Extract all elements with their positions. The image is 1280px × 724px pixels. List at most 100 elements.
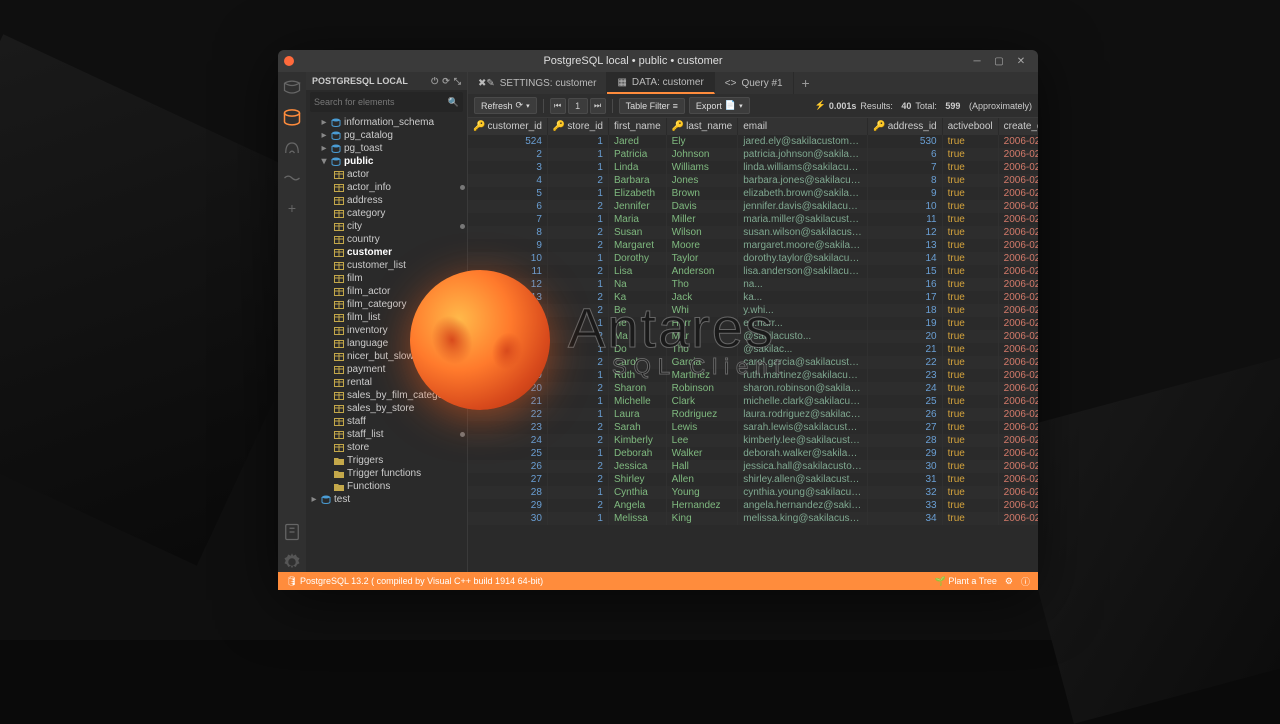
cell[interactable]: ruth.martinez@sakilacusto...: [738, 369, 868, 382]
cell[interactable]: kimberly.lee@sakilacustom...: [738, 434, 868, 447]
cell[interactable]: 20: [468, 382, 547, 395]
cell[interactable]: 2006-02: [998, 434, 1038, 447]
cell[interactable]: 31: [868, 473, 942, 486]
table-row[interactable]: 142BeWhiy.whi...18true2006-02: [468, 304, 1038, 317]
cell[interactable]: Lee: [666, 434, 738, 447]
table-row[interactable]: 151HeHarren.harr...19true2006-02: [468, 317, 1038, 330]
cell[interactable]: 1: [547, 317, 608, 330]
cell[interactable]: 11: [468, 265, 547, 278]
cell[interactable]: 23: [468, 421, 547, 434]
cell[interactable]: true: [942, 161, 998, 174]
table-row[interactable]: 82SusanWilsonsusan.wilson@sakilacustom..…: [468, 226, 1038, 239]
cell[interactable]: Ruth: [608, 369, 666, 382]
table-customer[interactable]: customer: [306, 246, 467, 259]
cell[interactable]: 29: [468, 499, 547, 512]
table-staff[interactable]: staff: [306, 415, 467, 428]
cell[interactable]: susan.wilson@sakilacustom...: [738, 226, 868, 239]
cell[interactable]: true: [942, 382, 998, 395]
cell[interactable]: Davis: [666, 200, 738, 213]
table-row[interactable]: 281CynthiaYoungcynthia.young@sakilacusto…: [468, 486, 1038, 499]
cell[interactable]: en.harr...: [738, 317, 868, 330]
cell[interactable]: jared.ely@sakilacustomer.org: [738, 135, 868, 148]
cell[interactable]: true: [942, 434, 998, 447]
cell[interactable]: 2006-02: [998, 395, 1038, 408]
cell[interactable]: carol.garcia@sakilacustome...: [738, 356, 868, 369]
cell[interactable]: 2: [547, 226, 608, 239]
table-row[interactable]: 262JessicaHalljessica.hall@sakilacustome…: [468, 460, 1038, 473]
cell[interactable]: 13: [468, 291, 547, 304]
folder-Trigger functions[interactable]: Trigger functions: [306, 467, 467, 480]
tab-settings[interactable]: ✖✎SETTINGS: customer: [468, 72, 607, 94]
search-input[interactable]: Search for elements 🔍: [310, 92, 463, 112]
table-row[interactable]: 101DorothyTaylordorothy.taylor@sakilacus…: [468, 252, 1038, 265]
cell[interactable]: Hernandez: [666, 499, 738, 512]
cell[interactable]: barbara.jones@sakilacusto...: [738, 174, 868, 187]
cell[interactable]: 2006-02: [998, 226, 1038, 239]
cell[interactable]: Wilson: [666, 226, 738, 239]
cell[interactable]: 2006-02: [998, 304, 1038, 317]
cell[interactable]: Michelle: [608, 395, 666, 408]
cell[interactable]: 2006-02: [998, 369, 1038, 382]
table-row[interactable]: 242KimberlyLeekimberly.lee@sakilacustom.…: [468, 434, 1038, 447]
cell[interactable]: shirley.allen@sakilacustom...: [738, 473, 868, 486]
cell[interactable]: 11: [868, 213, 942, 226]
cell[interactable]: 2006-02: [998, 408, 1038, 421]
cell[interactable]: 16: [868, 278, 942, 291]
cell[interactable]: 2006-02: [998, 447, 1038, 460]
cell[interactable]: Brown: [666, 187, 738, 200]
cell[interactable]: Jones: [666, 174, 738, 187]
cell[interactable]: 2006-02: [998, 161, 1038, 174]
cell[interactable]: 14: [468, 304, 547, 317]
plant-tree-link[interactable]: 🌱 Plant a Tree: [935, 576, 997, 587]
cell[interactable]: Anderson: [666, 265, 738, 278]
cell[interactable]: true: [942, 135, 998, 148]
cell[interactable]: 1: [547, 343, 608, 356]
rail-connection-3-icon[interactable]: [282, 138, 302, 158]
cell[interactable]: true: [942, 421, 998, 434]
cell[interactable]: 15: [468, 317, 547, 330]
cell[interactable]: 22: [868, 356, 942, 369]
table-row[interactable]: 272ShirleyAllenshirley.allen@sakilacusto…: [468, 473, 1038, 486]
cell[interactable]: 2006-02: [998, 187, 1038, 200]
cell[interactable]: 2006-02: [998, 356, 1038, 369]
cell[interactable]: 1: [547, 512, 608, 525]
cell[interactable]: 23: [868, 369, 942, 382]
add-connection-icon[interactable]: +: [282, 198, 302, 218]
table-filter-button[interactable]: Table Filter ≡: [619, 98, 685, 114]
cell[interactable]: Miller: [666, 213, 738, 226]
cell[interactable]: lisa.anderson@sakilacusto...: [738, 265, 868, 278]
tab-data[interactable]: ▦DATA: customer: [607, 72, 714, 94]
cell[interactable]: Moore: [666, 239, 738, 252]
cell[interactable]: michelle.clark@sakilacusto...: [738, 395, 868, 408]
page-next-button[interactable]: ⏭: [590, 98, 606, 114]
cell[interactable]: 1: [547, 369, 608, 382]
cell[interactable]: 18: [468, 356, 547, 369]
cell[interactable]: 2006-02: [998, 317, 1038, 330]
cell[interactable]: margaret.moore@sakilacust...: [738, 239, 868, 252]
cell[interactable]: 2: [547, 473, 608, 486]
cell[interactable]: 1: [547, 187, 608, 200]
cell[interactable]: Martinez: [666, 369, 738, 382]
cell[interactable]: 2: [547, 330, 608, 343]
cell[interactable]: 33: [868, 499, 942, 512]
cell[interactable]: 2: [468, 148, 547, 161]
cell[interactable]: 2: [547, 239, 608, 252]
cell[interactable]: Young: [666, 486, 738, 499]
cell[interactable]: Elizabeth: [608, 187, 666, 200]
schema-public[interactable]: ▾public: [306, 155, 467, 168]
refresh-button[interactable]: Refresh ⟳▾: [474, 97, 537, 114]
cell[interactable]: 2006-02: [998, 200, 1038, 213]
cell[interactable]: 2006-02: [998, 473, 1038, 486]
cell[interactable]: 28: [868, 434, 942, 447]
status-gear-icon[interactable]: ⚙: [1005, 576, 1013, 587]
cell[interactable]: 3: [468, 161, 547, 174]
cell[interactable]: true: [942, 304, 998, 317]
table-row[interactable]: 182CarolGarciacarol.garcia@sakilacustome…: [468, 356, 1038, 369]
cell[interactable]: Rodriguez: [666, 408, 738, 421]
cell[interactable]: true: [942, 317, 998, 330]
cell[interactable]: Allen: [666, 473, 738, 486]
table-inventory[interactable]: inventory: [306, 324, 467, 337]
col-customer_id[interactable]: 🔑customer_id: [468, 118, 547, 135]
table-row[interactable]: 92MargaretMooremargaret.moore@sakilacust…: [468, 239, 1038, 252]
page-first-button[interactable]: ⏮: [550, 98, 566, 114]
